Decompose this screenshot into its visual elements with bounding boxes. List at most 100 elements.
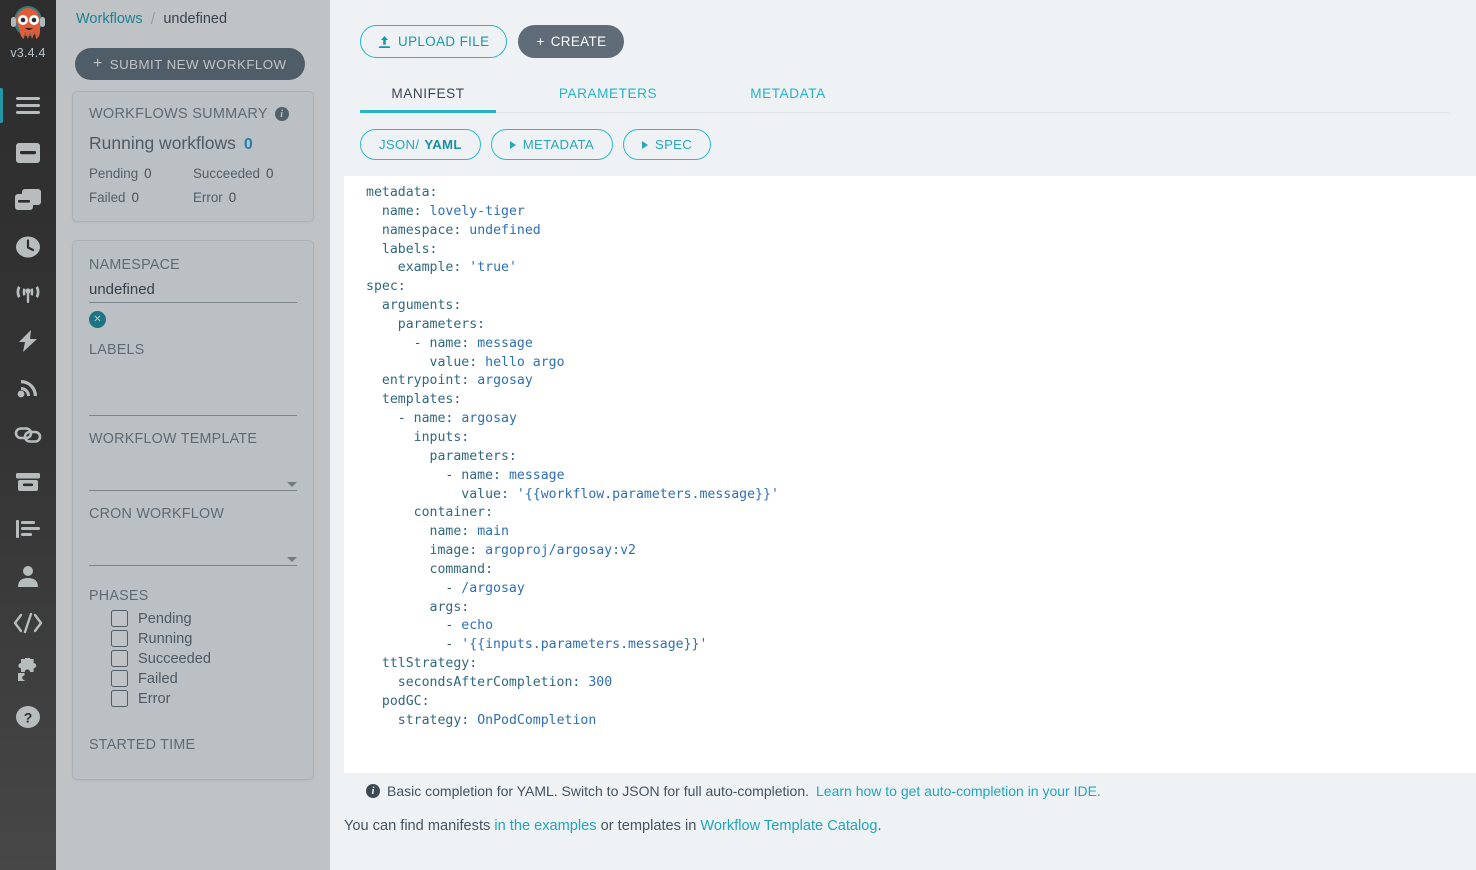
active-indicator-bar bbox=[0, 558, 3, 593]
stat-failed: Failed0 bbox=[89, 190, 193, 205]
active-indicator-bar bbox=[0, 370, 3, 405]
filters-card: NAMESPACE ✕ LABELS WORKFLOW TEMPLATE CRO… bbox=[72, 240, 314, 780]
breadcrumb-root-link[interactable]: Workflows bbox=[76, 11, 143, 27]
stat-error-value: 0 bbox=[229, 190, 236, 205]
stat-error-label: Error bbox=[193, 190, 223, 205]
phase-label: Succeeded bbox=[138, 651, 211, 667]
clear-namespace-icon[interactable]: ✕ bbox=[89, 311, 106, 328]
metadata-section-button[interactable]: METADATA bbox=[491, 129, 613, 160]
namespace-chip-row: ✕ bbox=[89, 309, 297, 327]
format-toggle-bar: JSON/YAML METADATA SPEC bbox=[360, 129, 1476, 160]
started-time-label: STARTED TIME bbox=[89, 737, 297, 753]
create-label: CREATE bbox=[551, 34, 607, 49]
sidebar-item-pipelines[interactable] bbox=[0, 411, 56, 458]
argo-logo-block[interactable]: v3.4.4 bbox=[0, 0, 56, 70]
stat-pending-value: 0 bbox=[144, 166, 151, 181]
json-yaml-toggle-button[interactable]: JSON/YAML bbox=[360, 129, 481, 160]
running-workflows-label: Running workflows bbox=[89, 133, 236, 154]
phase-checkbox-error[interactable]: Error bbox=[111, 690, 297, 707]
sidebar-item-cron-workflows[interactable] bbox=[0, 223, 56, 270]
upload-file-button[interactable]: UPLOAD FILE bbox=[360, 25, 507, 58]
phase-label: Running bbox=[138, 631, 192, 647]
sidebar-item-archived-workflows[interactable] bbox=[0, 458, 56, 505]
breadcrumb-separator: / bbox=[151, 9, 156, 29]
sidebar-item-reports[interactable] bbox=[0, 505, 56, 552]
sidebar-item-plugins[interactable] bbox=[0, 646, 56, 693]
sidebar-item-workflow-templates[interactable] bbox=[0, 129, 56, 176]
spec-section-label: SPEC bbox=[655, 137, 692, 152]
checkbox-box[interactable] bbox=[111, 670, 128, 687]
person-icon bbox=[16, 564, 40, 588]
find-manifests-line: You can find manifests in the examples o… bbox=[344, 799, 1476, 834]
sidebar-item-api-docs[interactable] bbox=[0, 599, 56, 646]
namespace-label: NAMESPACE bbox=[89, 257, 297, 273]
sidebar-item-cluster-workflow-templates[interactable] bbox=[0, 176, 56, 223]
yaml-editor[interactable]: metadata: name: lovely-tiger namespace: … bbox=[344, 176, 1476, 773]
argo-workflows-app: v3.4.4 bbox=[0, 0, 1476, 870]
active-indicator-bar bbox=[0, 417, 3, 452]
find-prefix: You can find manifests bbox=[344, 818, 494, 834]
cron-workflow-select[interactable] bbox=[89, 528, 297, 566]
checkbox-box[interactable] bbox=[111, 650, 128, 667]
panel-toolbar: UPLOAD FILE + CREATE bbox=[330, 0, 1476, 58]
tab-manifest[interactable]: MANIFEST bbox=[360, 78, 496, 113]
active-indicator-bar bbox=[0, 605, 3, 640]
stat-pending-label: Pending bbox=[89, 166, 138, 181]
tab-metadata[interactable]: METADATA bbox=[720, 78, 856, 113]
submit-new-workflow-button[interactable]: + SUBMIT NEW WORKFLOW bbox=[75, 48, 305, 80]
sidebar-item-event-flow[interactable] bbox=[0, 270, 56, 317]
find-middle: or templates in bbox=[597, 818, 701, 834]
windows-stack-icon bbox=[14, 188, 42, 212]
sidebar-item-user[interactable] bbox=[0, 552, 56, 599]
active-indicator-bar bbox=[0, 652, 3, 687]
svg-text:?: ? bbox=[24, 709, 33, 725]
sidebar-item-event-sources[interactable] bbox=[0, 317, 56, 364]
phase-checkbox-pending[interactable]: Pending bbox=[111, 610, 297, 627]
stat-succeeded-value: 0 bbox=[266, 166, 273, 181]
caret-right-icon bbox=[642, 141, 648, 149]
phase-label: Pending bbox=[138, 611, 192, 627]
find-suffix: . bbox=[878, 818, 882, 834]
workflow-template-label: WORKFLOW TEMPLATE bbox=[89, 431, 297, 447]
filter-scroll-area: WORKFLOWS SUMMARY i Running workflows 0 … bbox=[56, 91, 330, 870]
phase-checkbox-failed[interactable]: Failed bbox=[111, 670, 297, 687]
version-label: v3.4.4 bbox=[10, 47, 45, 60]
checkbox-box[interactable] bbox=[111, 630, 128, 647]
workflows-summary-title-row: WORKFLOWS SUMMARY i bbox=[89, 106, 297, 122]
antenna-icon bbox=[14, 283, 42, 305]
info-icon[interactable]: i bbox=[275, 107, 289, 121]
workflow-template-select[interactable] bbox=[89, 453, 297, 491]
tab-parameters[interactable]: PARAMETERS bbox=[540, 78, 676, 113]
sidebar-item-workflows[interactable] bbox=[0, 82, 56, 129]
create-button[interactable]: + CREATE bbox=[518, 25, 624, 58]
link-chain-icon bbox=[14, 424, 42, 446]
active-indicator-bar bbox=[0, 323, 3, 358]
bolt-icon bbox=[16, 329, 40, 353]
editor-region: metadata: name: lovely-tiger namespace: … bbox=[330, 176, 1476, 870]
examples-link[interactable]: in the examples bbox=[494, 818, 596, 834]
namespace-input[interactable] bbox=[89, 279, 297, 303]
ide-autocompletion-link[interactable]: Learn how to get auto-completion in your… bbox=[816, 783, 1101, 799]
yaml-editor-content[interactable]: metadata: name: lovely-tiger namespace: … bbox=[344, 184, 1476, 730]
sidebar-item-help[interactable]: ? bbox=[0, 693, 56, 740]
phase-label: Failed bbox=[138, 671, 178, 687]
cron-workflow-label: CRON WORKFLOW bbox=[89, 506, 297, 522]
plus-icon: + bbox=[536, 34, 544, 49]
spec-section-button[interactable]: SPEC bbox=[623, 129, 711, 160]
chevron-down-icon bbox=[287, 557, 297, 562]
active-indicator-bar bbox=[0, 88, 3, 123]
workflows-summary-card: WORKFLOWS SUMMARY i Running workflows 0 … bbox=[72, 91, 314, 222]
stat-pending: Pending 0 bbox=[89, 166, 193, 181]
breadcrumb: Workflows / undefined bbox=[56, 0, 330, 37]
phase-checkbox-running[interactable]: Running bbox=[111, 630, 297, 647]
workflow-template-catalog-link[interactable]: Workflow Template Catalog bbox=[700, 818, 877, 834]
workflows-filter-panel: Workflows / undefined + SUBMIT NEW WORKF… bbox=[56, 0, 330, 870]
checkbox-box[interactable] bbox=[111, 610, 128, 627]
phase-checkbox-succeeded[interactable]: Succeeded bbox=[111, 650, 297, 667]
chevron-down-icon bbox=[287, 482, 297, 487]
bar-chart-icon bbox=[15, 518, 41, 540]
checkbox-box[interactable] bbox=[111, 690, 128, 707]
labels-input[interactable] bbox=[89, 364, 297, 416]
sidebar-item-sensors[interactable] bbox=[0, 364, 56, 411]
info-icon: i bbox=[366, 784, 380, 798]
